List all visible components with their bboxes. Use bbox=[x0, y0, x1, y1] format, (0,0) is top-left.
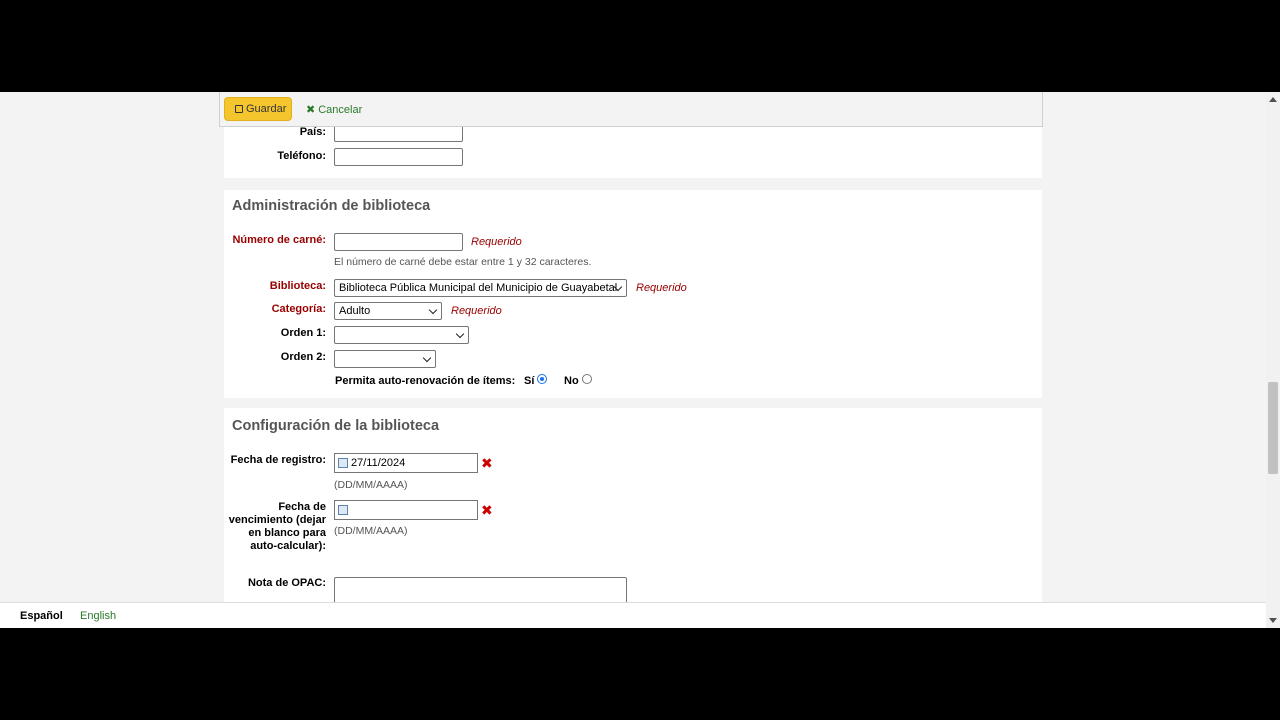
scroll-thumb[interactable] bbox=[1268, 382, 1278, 474]
language-link-english[interactable]: English bbox=[80, 610, 116, 622]
card-hint: El número de carné debe estar entre 1 y … bbox=[334, 256, 592, 268]
category-select-value: Adulto bbox=[339, 305, 371, 317]
form-toolbar: Guardar ✖ Cancelar bbox=[219, 92, 1043, 127]
phone-input[interactable] bbox=[334, 148, 463, 166]
card-number-label: Número de carné: bbox=[232, 234, 326, 246]
registration-date-format: (DD/MM/AAAA) bbox=[334, 479, 408, 491]
registration-date-input[interactable]: 27/11/2024 bbox=[334, 453, 478, 473]
save-icon bbox=[235, 105, 243, 113]
category-label: Categoría: bbox=[271, 303, 326, 315]
sort1-select[interactable] bbox=[334, 326, 469, 344]
autorenew-label: Permita auto-renovación de ítems: bbox=[335, 375, 516, 387]
sort2-select[interactable] bbox=[334, 350, 436, 368]
page-scrollbar[interactable] bbox=[1266, 92, 1280, 628]
chevron-down-icon bbox=[428, 305, 438, 315]
card-number-input[interactable] bbox=[334, 233, 463, 251]
expiry-date-format: (DD/MM/AAAA) bbox=[334, 525, 408, 537]
browser-viewport: País: Teléfono: Administración de biblio… bbox=[0, 92, 1280, 628]
autorenew-yes-radio[interactable] bbox=[537, 374, 547, 384]
save-button[interactable]: Guardar bbox=[224, 97, 292, 121]
calendar-icon[interactable] bbox=[338, 458, 348, 468]
library-config-panel: Configuración de la biblioteca Fecha de … bbox=[224, 408, 1042, 628]
expiry-date-label: Fecha de vencimiento (dejar en blanco pa… bbox=[228, 501, 326, 552]
library-label: Biblioteca: bbox=[269, 280, 326, 292]
category-required: Requerido bbox=[451, 305, 502, 317]
card-required: Requerido bbox=[471, 236, 522, 248]
clear-expiry-date-icon[interactable]: ✖ bbox=[481, 502, 493, 519]
category-select[interactable]: Adulto bbox=[334, 302, 442, 320]
library-admin-panel: Administración de biblioteca Número de c… bbox=[224, 190, 1042, 398]
scroll-up-arrow-icon[interactable] bbox=[1269, 97, 1277, 102]
cancel-button[interactable]: ✖ Cancelar bbox=[306, 103, 362, 116]
config-heading: Configuración de la biblioteca bbox=[232, 418, 440, 434]
autorenew-no-label: No bbox=[564, 375, 579, 387]
phone-label: Teléfono: bbox=[277, 150, 326, 162]
library-select-value: Biblioteca Pública Municipal del Municip… bbox=[339, 282, 618, 294]
sort2-label: Orden 2: bbox=[280, 351, 326, 363]
autorenew-no-radio[interactable] bbox=[582, 374, 592, 384]
calendar-icon[interactable] bbox=[338, 505, 348, 515]
current-language: Español bbox=[20, 610, 63, 622]
registration-date-label: Fecha de registro: bbox=[230, 454, 326, 466]
admin-heading: Administración de biblioteca bbox=[232, 198, 431, 214]
opac-note-label: Nota de OPAC: bbox=[247, 577, 326, 589]
clear-registration-date-icon[interactable]: ✖ bbox=[481, 455, 493, 472]
language-footer: Español English bbox=[0, 602, 1266, 628]
library-required: Requerido bbox=[636, 282, 687, 294]
registration-date-value: 27/11/2024 bbox=[351, 457, 406, 469]
scroll-down-arrow-icon[interactable] bbox=[1269, 618, 1277, 623]
close-icon: ✖ bbox=[306, 104, 316, 116]
save-button-label: Guardar bbox=[246, 103, 287, 115]
country-label: País: bbox=[299, 126, 326, 138]
chevron-down-icon bbox=[455, 329, 465, 339]
library-select[interactable]: Biblioteca Pública Municipal del Municip… bbox=[334, 279, 627, 297]
sort1-label: Orden 1: bbox=[280, 327, 326, 339]
cancel-button-label: Cancelar bbox=[318, 104, 363, 116]
autorenew-yes-label: Sí bbox=[524, 375, 535, 387]
expiry-date-input[interactable] bbox=[334, 500, 478, 520]
chevron-down-icon bbox=[422, 353, 432, 363]
